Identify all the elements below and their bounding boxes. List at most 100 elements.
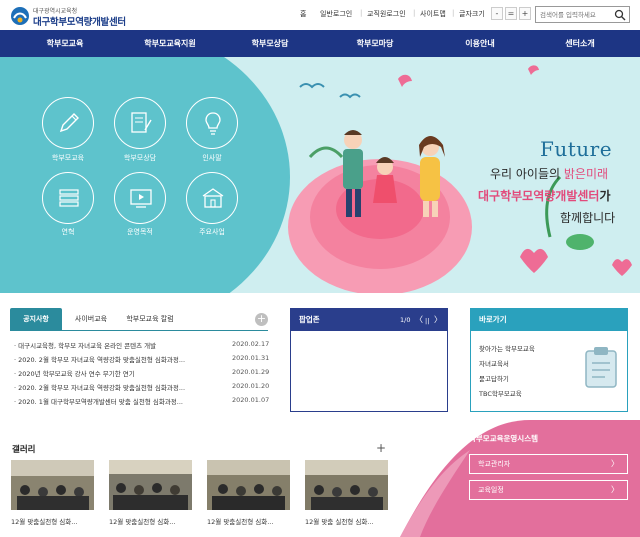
popup-zone-title: 팝업존: [291, 309, 447, 331]
search-box: [535, 6, 630, 23]
font-size-label: 글자크기: [459, 10, 485, 18]
gallery-caption[interactable]: 12월 맞춤 실천형 심화...: [305, 516, 395, 526]
notice-title[interactable]: · 2020. 2월 학부모 자녀교육 역량강화 맞춤실천형 심화과정...: [14, 382, 214, 392]
site-logo[interactable]: 대구광역시교육청 대구학부모역량개발센터: [10, 5, 210, 28]
gallery-caption[interactable]: 12월 맞춤실천형 심화...: [11, 516, 101, 526]
slogan-text: 우리 아이들의: [490, 167, 564, 181]
notice-date: 2020.02.17: [232, 340, 270, 348]
chevron-right-icon: 〉: [611, 485, 619, 494]
document-pen-icon: [131, 112, 152, 133]
notice-row[interactable]: · 2020. 2월 학부모 자녀교육 역량강화 맞춤실천형 심화과정... 2…: [10, 382, 272, 395]
quick-label: 학부모교육: [51, 154, 85, 162]
tab-underline: [10, 330, 268, 331]
popup-prev-button[interactable]: 〈: [415, 315, 423, 325]
notice-title[interactable]: · 2020년 학부모교육 강사 연수 무기한 연기: [14, 368, 214, 378]
education-schedule-button[interactable]: 교육일정 〉: [469, 480, 628, 500]
notice-date: 2020.01.07: [232, 396, 270, 404]
gallery-title: 갤러리: [12, 445, 36, 455]
nav-item-parent-education[interactable]: 학부모교육: [20, 30, 110, 57]
seminar-photo-icon: [305, 460, 388, 510]
shortcut-item[interactable]: 묻고답하기: [479, 373, 509, 383]
books-icon: [59, 189, 79, 207]
quick-label: 운영목적: [127, 228, 153, 236]
gallery-thumbnail[interactable]: [207, 460, 290, 510]
home-link[interactable]: 홈: [300, 9, 306, 19]
hero-slogan-line3: 함께합니다: [560, 211, 616, 225]
notice-date: 2020.01.29: [232, 368, 270, 376]
tab-notice[interactable]: 공지사항: [10, 308, 62, 330]
notice-date: 2020.01.31: [232, 354, 270, 362]
seminar-photo-icon: [11, 460, 94, 510]
nav-item-counseling[interactable]: 학부모상담: [230, 30, 310, 57]
seminar-photo-icon: [207, 460, 290, 510]
quick-link-purpose[interactable]: [114, 172, 166, 224]
gallery-caption[interactable]: 12월 맞춤실천형 심화...: [207, 516, 297, 526]
notice-title[interactable]: · 2020. 1월 대구학부모역량개발센터 맞춤 실천형 심화과정...: [14, 396, 214, 406]
gallery-thumbnail[interactable]: [11, 460, 94, 510]
search-input[interactable]: [540, 9, 612, 20]
popup-page-indicator: 1/0: [400, 316, 411, 324]
quick-label: 주요사업: [199, 228, 225, 236]
notice-row[interactable]: · 2020. 2월 학부모 자녀교육 역량강화 맞춤실천형 심화과정... 2…: [10, 354, 272, 367]
notice-board: 공지사항 사이버교육 학부모교육 칼럼 + · 대구시교육청, 학부모 자녀교육…: [10, 308, 270, 412]
quick-link-projects[interactable]: [186, 172, 238, 224]
nav-item-usage-guide[interactable]: 이용안내: [440, 30, 520, 57]
general-login-link[interactable]: 일반로그인: [320, 9, 352, 19]
staff-login-link[interactable]: 교직원로그인: [367, 9, 406, 19]
nav-item-education-support[interactable]: 학부모교육지원: [120, 30, 220, 57]
util-divider: |: [360, 9, 363, 17]
notice-row[interactable]: · 대구시교육청, 학부모 자녀교육 온라인 콘텐츠 개발 2020.02.17: [10, 340, 272, 353]
util-divider: |: [452, 9, 455, 17]
school-building-icon: [202, 188, 224, 208]
hero-future-title: Future: [540, 137, 613, 161]
popup-pause-button[interactable]: ||: [425, 316, 429, 326]
video-player-icon: [130, 189, 152, 208]
nav-item-parent-plaza[interactable]: 학부모마당: [330, 30, 420, 57]
top-header: 대구광역시교육청 대구학부모역량개발센터 홈 일반로그인 | 교직원로그인 | …: [0, 0, 640, 30]
gallery-more-button[interactable]: +: [376, 441, 386, 455]
education-schedule-label: 교육일정: [478, 486, 504, 494]
tab-cyber-education[interactable]: 사이버교육: [68, 308, 114, 330]
slogan-center-name: 대구학부모역량개발센터: [478, 189, 600, 203]
sitemap-link[interactable]: 사이트맵: [420, 9, 446, 19]
tab-column[interactable]: 학부모교육 칼럼: [118, 308, 182, 330]
quick-link-counseling[interactable]: [114, 97, 166, 149]
system-title: 학부모교육운영시스템: [469, 434, 538, 443]
shortcut-box: 바로가기 찾아가는 학부모교육 자녀교육서 묻고답하기 TBC학부모교육: [470, 308, 628, 412]
notice-title[interactable]: · 대구시교육청, 학부모 자녀교육 온라인 콘텐츠 개발: [14, 340, 214, 350]
notice-row[interactable]: · 2020년 학부모교육 강사 연수 무기한 연기 2020.01.29: [10, 368, 272, 381]
hero-slogan-line1: 우리 아이들의 밝은미래: [490, 165, 608, 182]
nav-item-center-intro[interactable]: 센터소개: [540, 30, 620, 57]
lightbulb-icon: [205, 112, 221, 135]
quick-link-parent-education[interactable]: [42, 97, 94, 149]
font-size-increase-button[interactable]: +: [519, 7, 531, 20]
shortcut-item[interactable]: TBC학부모교육: [479, 388, 522, 398]
popup-next-button[interactable]: 〉: [434, 315, 442, 325]
logo-title: 대구학부모역량개발센터: [33, 17, 126, 28]
gallery-thumbnail[interactable]: [109, 460, 192, 510]
popup-zone: 팝업존 1/0 〈 || 〉: [290, 308, 448, 412]
notice-more-button[interactable]: +: [255, 313, 268, 326]
quick-link-greeting[interactable]: [186, 97, 238, 149]
hero-banner: 학부모교육 학부모상담 인사말 연혁 운영목적 주요사업 Future 우리 아…: [0, 57, 640, 293]
quick-link-history[interactable]: [42, 172, 94, 224]
quick-label: 연혁: [61, 228, 75, 236]
font-size-reset-button[interactable]: =: [505, 7, 517, 20]
notice-date: 2020.01.20: [232, 382, 270, 390]
slogan-highlight: 밝은미래: [563, 167, 609, 181]
school-admin-button[interactable]: 학교관리자 〉: [469, 454, 628, 474]
logo-emblem-icon: [11, 7, 29, 25]
shortcut-item[interactable]: 자녀교육서: [479, 358, 509, 368]
notice-title[interactable]: · 2020. 2월 학부모 자녀교육 역량강화 맞춤실천형 심화과정...: [14, 354, 214, 364]
shortcut-item[interactable]: 찾아가는 학부모교육: [479, 343, 535, 353]
gallery-caption[interactable]: 12월 맞춤실천형 심화...: [109, 516, 199, 526]
chevron-right-icon: 〉: [611, 459, 619, 468]
quick-label: 학부모상담: [123, 154, 157, 162]
shortcut-title: 바로가기: [471, 309, 627, 331]
main-nav: 학부모교육 학부모교육지원 학부모상담 학부모마당 이용안내 센터소개: [0, 30, 640, 57]
hero-slogan-line2: 대구학부모역량개발센터가: [478, 187, 611, 204]
font-size-decrease-button[interactable]: -: [491, 7, 503, 20]
search-icon[interactable]: [614, 9, 626, 21]
notice-row[interactable]: · 2020. 1월 대구학부모역량개발센터 맞춤 실천형 심화과정... 20…: [10, 396, 272, 409]
gallery-thumbnail[interactable]: [305, 460, 388, 510]
